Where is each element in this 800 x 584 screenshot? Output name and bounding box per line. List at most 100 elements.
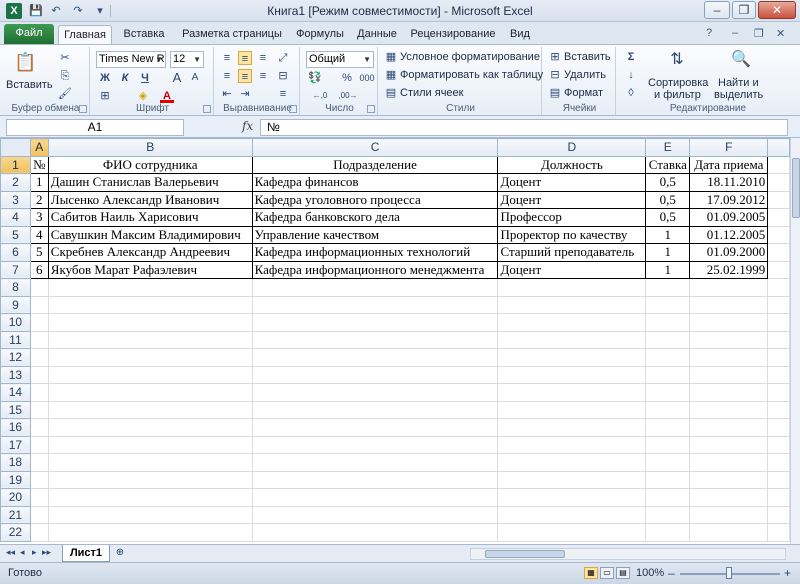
copy-icon[interactable]: ⎘: [58, 69, 72, 83]
cell[interactable]: [767, 383, 790, 402]
format-cells-button[interactable]: Формат: [564, 87, 603, 99]
data-cell[interactable]: Доцент: [497, 190, 647, 209]
data-cell[interactable]: 1: [645, 243, 691, 262]
redo-icon[interactable]: ↷: [70, 3, 86, 19]
data-cell[interactable]: Проректор по качеству: [497, 225, 647, 244]
row-header[interactable]: 2: [0, 173, 31, 192]
cell[interactable]: [645, 488, 691, 507]
column-header-f[interactable]: F: [689, 138, 769, 157]
fill-icon[interactable]: ↓: [624, 68, 638, 82]
cell[interactable]: [251, 470, 499, 489]
cell[interactable]: [767, 418, 790, 437]
close-button[interactable]: ✕: [758, 1, 796, 19]
data-cell[interactable]: 0,5: [645, 208, 691, 227]
normal-view-icon[interactable]: ▦: [584, 567, 598, 579]
cell[interactable]: [497, 523, 647, 542]
zoom-in-icon[interactable]: +: [784, 566, 791, 580]
cell[interactable]: [689, 365, 769, 384]
cell[interactable]: [767, 260, 790, 279]
cell[interactable]: [767, 208, 790, 227]
cell[interactable]: [689, 295, 769, 314]
row-header[interactable]: 21: [0, 505, 31, 524]
align-top-icon[interactable]: ≡: [220, 51, 234, 65]
data-cell[interactable]: Кафедра информационного менеджмента: [251, 260, 499, 279]
cell[interactable]: [251, 330, 499, 349]
tab-view[interactable]: Вид: [504, 25, 536, 44]
row-header[interactable]: 1: [0, 155, 31, 174]
cell[interactable]: [689, 383, 769, 402]
first-sheet-icon[interactable]: ◂◂: [6, 547, 15, 558]
horizontal-scrollbar[interactable]: [470, 548, 786, 560]
zoom-level[interactable]: 100%: [636, 567, 664, 579]
cell[interactable]: [767, 523, 790, 542]
cell[interactable]: [29, 383, 49, 402]
cell[interactable]: [47, 400, 253, 419]
clipboard-launcher-icon[interactable]: [79, 105, 87, 113]
data-cell[interactable]: 1: [645, 225, 691, 244]
data-cell[interactable]: Кафедра уголовного процесса: [251, 190, 499, 209]
cell[interactable]: [767, 400, 790, 419]
cell[interactable]: [767, 453, 790, 472]
minimize-button[interactable]: –: [704, 1, 730, 19]
cell[interactable]: [689, 488, 769, 507]
cell[interactable]: [497, 348, 647, 367]
cell[interactable]: [29, 400, 49, 419]
cell[interactable]: [29, 418, 49, 437]
cell[interactable]: [497, 383, 647, 402]
tab-review[interactable]: Рецензирование: [406, 25, 500, 44]
sheet-tab-list1[interactable]: Лист1: [62, 545, 110, 562]
data-cell[interactable]: 2: [29, 190, 49, 209]
shrink-font-button[interactable]: A: [188, 71, 202, 85]
tab-data[interactable]: Данные: [352, 25, 402, 44]
cell[interactable]: [251, 523, 499, 542]
cell[interactable]: [29, 435, 49, 454]
data-cell[interactable]: 1: [29, 173, 49, 192]
next-sheet-icon[interactable]: ▸: [32, 547, 37, 558]
decrease-decimal-button[interactable]: ,00→: [336, 89, 360, 103]
cell[interactable]: [497, 418, 647, 437]
row-header[interactable]: 11: [0, 330, 31, 349]
grow-font-button[interactable]: A: [170, 71, 184, 85]
column-header-b[interactable]: B: [47, 138, 253, 157]
cell[interactable]: [251, 383, 499, 402]
cell[interactable]: [645, 330, 691, 349]
cell[interactable]: [47, 365, 253, 384]
align-left-icon[interactable]: ≡: [220, 69, 234, 83]
cell[interactable]: [689, 523, 769, 542]
row-header[interactable]: 19: [0, 470, 31, 489]
row-header[interactable]: 18: [0, 453, 31, 472]
horizontal-scroll-thumb[interactable]: [485, 550, 565, 558]
data-cell[interactable]: 0,5: [645, 190, 691, 209]
data-cell[interactable]: Старший преподаватель: [497, 243, 647, 262]
data-cell[interactable]: Кафедра информационных технологий: [251, 243, 499, 262]
cell[interactable]: [251, 488, 499, 507]
find-select-button-line1[interactable]: Найти и: [718, 77, 759, 89]
cell[interactable]: [767, 435, 790, 454]
data-cell[interactable]: Сабитов Наиль Харисович: [47, 208, 253, 227]
cell[interactable]: [251, 313, 499, 332]
font-color-icon[interactable]: A: [160, 89, 174, 103]
wrap-text-icon[interactable]: ≡: [276, 87, 290, 101]
excel-app-icon[interactable]: X: [6, 3, 22, 19]
decrease-indent-icon[interactable]: ⇤: [220, 87, 234, 101]
cell[interactable]: [497, 435, 647, 454]
cell[interactable]: [689, 278, 769, 297]
customize-qat-icon[interactable]: ▾: [92, 3, 108, 19]
alignment-launcher-icon[interactable]: [289, 105, 297, 113]
row-header[interactable]: 6: [0, 243, 31, 262]
cell[interactable]: [47, 488, 253, 507]
tab-file[interactable]: Файл: [4, 24, 54, 44]
ribbon-help-icon[interactable]: ?: [706, 27, 712, 39]
column-header-c[interactable]: C: [251, 138, 499, 157]
page-layout-view-icon[interactable]: ▭: [600, 567, 614, 579]
bold-button[interactable]: Ж: [98, 71, 112, 85]
cell[interactable]: [767, 225, 790, 244]
data-cell[interactable]: Управление качеством: [251, 225, 499, 244]
find-select-button-line2[interactable]: выделить: [714, 89, 763, 101]
row-header[interactable]: 5: [0, 225, 31, 244]
cell-styles-button[interactable]: Стили ячеек: [400, 87, 463, 99]
cell[interactable]: [645, 453, 691, 472]
percent-button[interactable]: %: [340, 71, 354, 85]
align-right-icon[interactable]: ≡: [256, 69, 270, 83]
cell[interactable]: [29, 453, 49, 472]
